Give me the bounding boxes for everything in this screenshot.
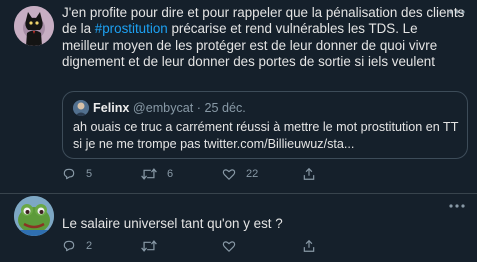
quote-author-name[interactable]: Felinx [93,101,129,115]
quote-author-handle: @embycat [132,101,194,115]
avatar[interactable] [14,6,54,46]
reply-icon [63,168,75,180]
like-button[interactable] [222,237,236,255]
share-icon [303,167,315,180]
cat-avatar-icon [14,6,54,46]
reply-button[interactable]: 5 [62,165,92,183]
retweet-count: 6 [167,168,174,180]
like-button[interactable]: 22 [222,165,258,183]
quote-separator: · [196,101,201,115]
like-icon [222,169,236,180]
tweet[interactable]: Le salaire universel tant qu'on y est ? … [0,194,477,262]
more-button[interactable] [447,198,467,214]
frog-avatar-icon [14,196,54,236]
share-icon [303,239,315,252]
retweet-button[interactable]: 6 [141,165,173,183]
tweet-actions: 2 [62,237,462,255]
retweet-button[interactable] [141,237,157,255]
hashtag-link[interactable]: #prostitution [95,21,168,36]
share-button[interactable] [302,165,316,183]
retweet-icon [141,240,157,252]
avatar[interactable] [14,196,54,236]
quote-header: Felinx @embycat · 25 déc. [93,100,246,116]
tweet-actions: 5 6 22 [62,165,462,183]
quoted-tweet[interactable]: Felinx @embycat · 25 déc. ah ouais ce tr… [62,91,468,159]
like-count: 22 [246,168,259,180]
more-icon [449,204,465,208]
tweet-text: J'en profite pour dire et pour rappeler … [62,5,467,70]
quote-date: 25 déc. [204,101,246,115]
reply-count: 2 [86,240,93,252]
retweet-icon [141,168,157,180]
tweet[interactable]: J'en profite pour dire et pour rappeler … [0,0,477,194]
reply-icon [63,240,75,252]
quote-text: ah ouais ce truc a carrément réussi à me… [73,120,459,151]
reply-count: 5 [86,168,93,180]
quote-avatar-icon [73,100,89,116]
reply-button[interactable]: 2 [62,237,92,255]
share-button[interactable] [302,237,316,255]
tweet-text: Le salaire universel tant qu'on y est ? [62,216,283,231]
quote-avatar [73,100,89,116]
like-icon [222,241,236,252]
